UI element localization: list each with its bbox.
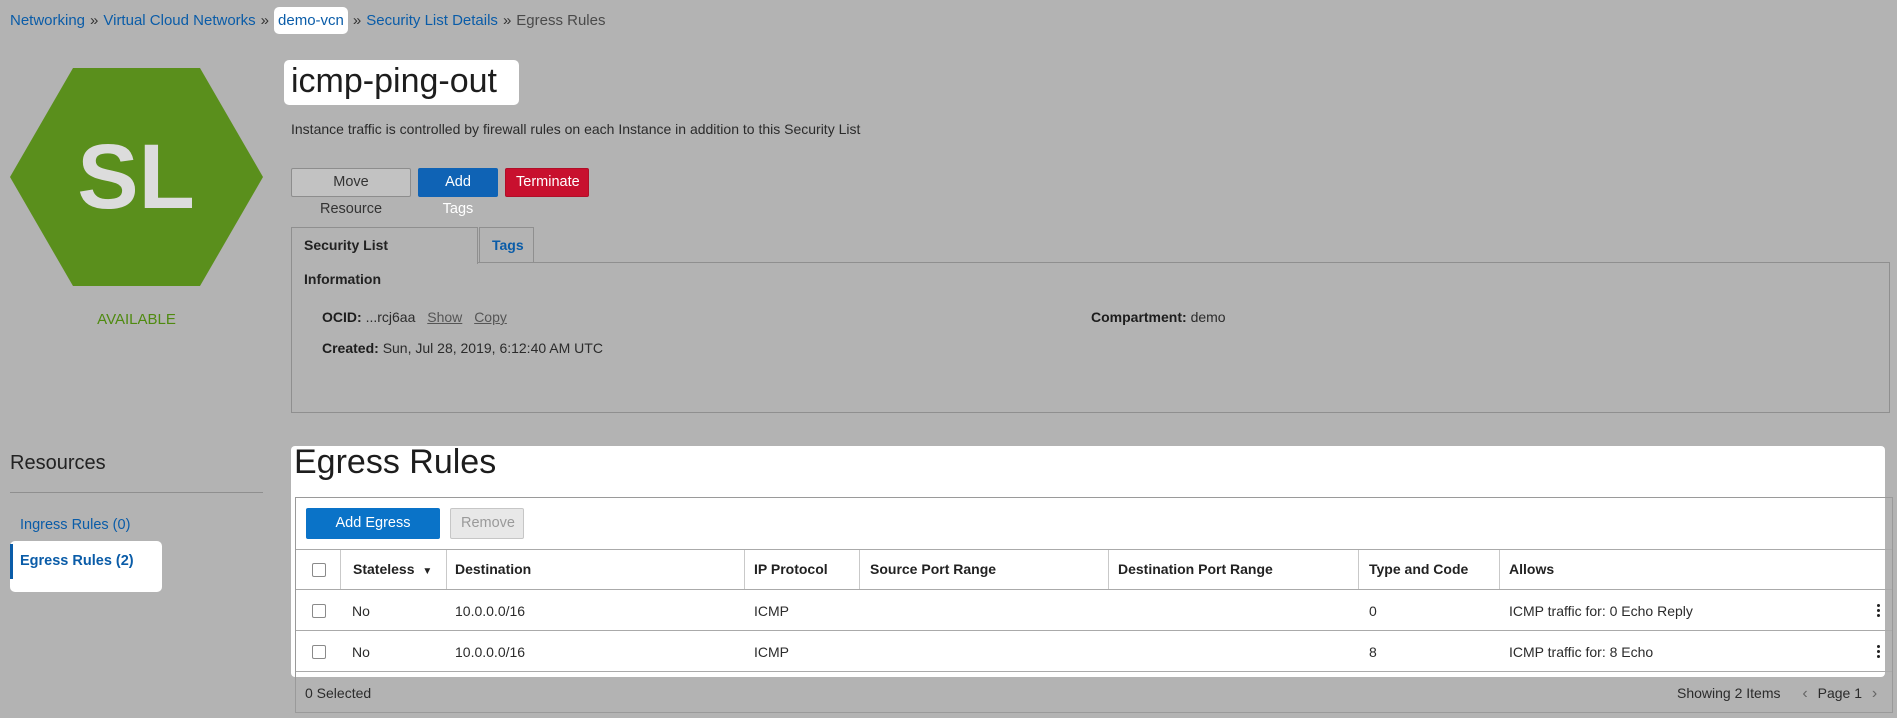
created-label: Created: bbox=[322, 340, 379, 356]
resources-divider bbox=[10, 492, 263, 493]
page-number: Page 1 bbox=[1817, 685, 1862, 701]
column-header-destination[interactable]: Destination bbox=[455, 561, 531, 577]
page-title: icmp-ping-out bbox=[291, 62, 497, 100]
cell-type-and-code: 8 bbox=[1369, 644, 1377, 660]
created-value: Sun, Jul 28, 2019, 6:12:40 AM UTC bbox=[382, 340, 603, 356]
select-all-checkbox[interactable] bbox=[312, 563, 326, 577]
tab-security-list-information[interactable]: Security List Information bbox=[291, 227, 478, 287]
table-row-border bbox=[296, 671, 1892, 672]
sidebar-active-indicator bbox=[10, 544, 13, 579]
cell-ip-protocol: ICMP bbox=[754, 644, 789, 660]
breadcrumb-separator: » bbox=[260, 12, 270, 29]
table-header-top-border bbox=[296, 549, 1892, 550]
pagination: Showing 2 Items ‹ Page 1 › bbox=[1677, 685, 1883, 703]
row-checkbox[interactable] bbox=[312, 645, 326, 659]
breadcrumb-highlight: demo-vcn bbox=[274, 7, 348, 34]
breadcrumb-current: Egress Rules bbox=[516, 12, 606, 29]
breadcrumb-separator: » bbox=[352, 12, 362, 29]
cell-allows: ICMP traffic for: 8 Echo bbox=[1509, 644, 1654, 660]
created-row: Created: Sun, Jul 28, 2019, 6:12:40 AM U… bbox=[322, 340, 603, 356]
cell-ip-protocol: ICMP bbox=[754, 603, 789, 619]
breadcrumb-security-list-details[interactable]: Security List Details bbox=[366, 12, 498, 29]
column-header-allows[interactable]: Allows bbox=[1509, 561, 1554, 577]
column-divider bbox=[340, 550, 341, 589]
compartment-value: demo bbox=[1190, 309, 1226, 325]
ocid-row: OCID: ...rcj6aa Show Copy bbox=[322, 309, 507, 325]
resources-heading: Resources bbox=[10, 452, 106, 474]
add-tags-button[interactable]: Add Tags bbox=[418, 168, 498, 217]
cell-destination: 10.0.0.0/16 bbox=[455, 603, 526, 619]
breadcrumb-networking[interactable]: Networking bbox=[10, 12, 85, 29]
next-page-chevron-icon[interactable]: › bbox=[1872, 685, 1877, 702]
sort-desc-icon: ▼ bbox=[422, 566, 433, 577]
column-header-stateless[interactable]: Stateless ▼ bbox=[353, 561, 432, 577]
cell-type-and-code: 0 bbox=[1369, 603, 1377, 619]
column-header-destination-port-range[interactable]: Destination Port Range bbox=[1118, 561, 1273, 577]
column-divider bbox=[1499, 550, 1500, 589]
breadcrumb-separator: » bbox=[502, 12, 512, 29]
ocid-copy-link[interactable]: Copy bbox=[474, 309, 507, 325]
table-header-bottom-border bbox=[296, 589, 1892, 590]
cell-stateless: No bbox=[352, 644, 370, 660]
remove-button[interactable]: Remove bbox=[450, 508, 524, 539]
page-title-highlight: icmp-ping-out bbox=[284, 60, 519, 105]
column-divider bbox=[1108, 550, 1109, 589]
info-panel bbox=[291, 262, 1890, 413]
add-egress-rules-button[interactable]: Add Egress Rules bbox=[306, 508, 440, 560]
breadcrumb-demo-vcn[interactable]: demo-vcn bbox=[278, 12, 344, 29]
column-divider bbox=[1358, 550, 1359, 589]
security-list-hexagon-icon: SL bbox=[10, 68, 263, 286]
column-header-ip-protocol[interactable]: IP Protocol bbox=[754, 561, 828, 577]
previous-page-chevron-icon[interactable]: ‹ bbox=[1802, 685, 1807, 702]
row-actions-kebab-icon[interactable] bbox=[1877, 645, 1881, 660]
column-divider bbox=[744, 550, 745, 589]
ocid-label: OCID: bbox=[322, 309, 362, 325]
compartment-row: Compartment: demo bbox=[1091, 309, 1226, 325]
hexagon-label: SL bbox=[77, 126, 195, 228]
cell-destination: 10.0.0.0/16 bbox=[455, 644, 526, 660]
column-divider bbox=[446, 550, 447, 589]
breadcrumb-vcns[interactable]: Virtual Cloud Networks bbox=[103, 12, 255, 29]
table-row-border bbox=[296, 630, 1892, 631]
cell-stateless: No bbox=[352, 603, 370, 619]
breadcrumb: Networking» Virtual Cloud Networks» demo-v… bbox=[10, 7, 606, 34]
page-description: Instance traffic is controlled by firewa… bbox=[291, 121, 861, 137]
selected-count: 0 Selected bbox=[305, 685, 372, 701]
cell-allows: ICMP traffic for: 0 Echo Reply bbox=[1509, 603, 1693, 619]
egress-rules-heading: Egress Rules bbox=[294, 443, 497, 481]
ocid-value: ...rcj6aa bbox=[365, 309, 416, 325]
column-header-type-and-code[interactable]: Type and Code bbox=[1369, 561, 1468, 577]
column-header-stateless-label: Stateless bbox=[353, 561, 415, 577]
tab-tags[interactable]: Tags bbox=[479, 227, 534, 263]
sidebar-item-ingress-rules[interactable]: Ingress Rules (0) bbox=[20, 517, 130, 533]
breadcrumb-separator: » bbox=[90, 12, 99, 29]
row-actions-kebab-icon[interactable] bbox=[1877, 604, 1881, 619]
item-count: Showing 2 Items bbox=[1677, 685, 1781, 701]
row-checkbox[interactable] bbox=[312, 604, 326, 618]
ocid-show-link[interactable]: Show bbox=[427, 309, 462, 325]
sidebar-item-egress-rules[interactable]: Egress Rules (2) bbox=[20, 553, 134, 569]
terminate-button[interactable]: Terminate bbox=[505, 168, 589, 197]
column-divider bbox=[859, 550, 860, 589]
column-header-source-port-range[interactable]: Source Port Range bbox=[870, 561, 996, 577]
status-label: AVAILABLE bbox=[97, 311, 176, 328]
move-resource-button[interactable]: Move Resource bbox=[291, 168, 411, 217]
compartment-label: Compartment: bbox=[1091, 309, 1187, 325]
